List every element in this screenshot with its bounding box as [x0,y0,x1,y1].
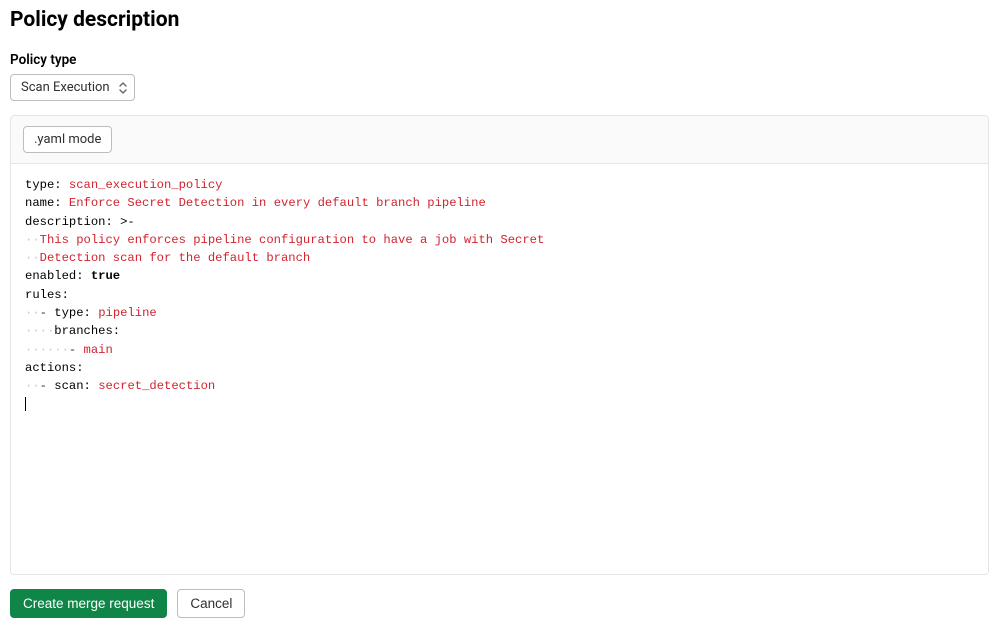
yaml-dash: - [69,343,76,357]
whitespace-marker: ·· [25,306,40,320]
yaml-value: true [91,269,120,283]
yaml-value: main [84,343,113,357]
yaml-dash: - [40,306,47,320]
whitespace-marker: ·· [25,379,40,393]
yaml-editor[interactable]: type: scan_execution_policy name: Enforc… [11,164,988,574]
yaml-value: This policy enforces pipeline configurat… [40,233,545,247]
chevron-up-down-icon [119,82,127,94]
yaml-key: actions: [25,361,84,375]
yaml-value: pipeline [98,306,157,320]
policy-type-field: Policy type Scan Execution [10,52,989,101]
editor-panel: .yaml mode type: scan_execution_policy n… [10,115,989,575]
footer-actions: Create merge request Cancel [10,589,989,618]
yaml-key: rules: [25,288,69,302]
yaml-key: type: [54,306,91,320]
yaml-key: type: [25,178,62,192]
policy-type-selected: Scan Execution [21,80,110,95]
policy-type-select[interactable]: Scan Execution [10,74,135,101]
yaml-key: name: [25,196,62,210]
whitespace-marker: ·· [25,251,40,265]
policy-type-label: Policy type [10,52,989,68]
page-title: Policy description [10,8,989,32]
yaml-key: description: [25,215,113,229]
yaml-key: enabled: [25,269,84,283]
whitespace-marker: ······ [25,343,69,357]
editor-toolbar: .yaml mode [11,116,988,164]
yaml-marker: >- [120,215,135,229]
yaml-value: Enforce Secret Detection in every defaul… [69,196,486,210]
whitespace-marker: ···· [25,324,54,338]
cancel-button[interactable]: Cancel [177,589,245,618]
yaml-value: secret_detection [98,379,215,393]
create-merge-request-button[interactable]: Create merge request [10,589,167,618]
yaml-value: Detection scan for the default branch [40,251,311,265]
yaml-mode-button[interactable]: .yaml mode [23,126,112,153]
yaml-dash: - [40,379,47,393]
whitespace-marker: ·· [25,233,40,247]
text-cursor [25,397,26,411]
yaml-value: scan_execution_policy [69,178,223,192]
yaml-key: scan: [54,379,91,393]
yaml-key: branches: [54,324,120,338]
